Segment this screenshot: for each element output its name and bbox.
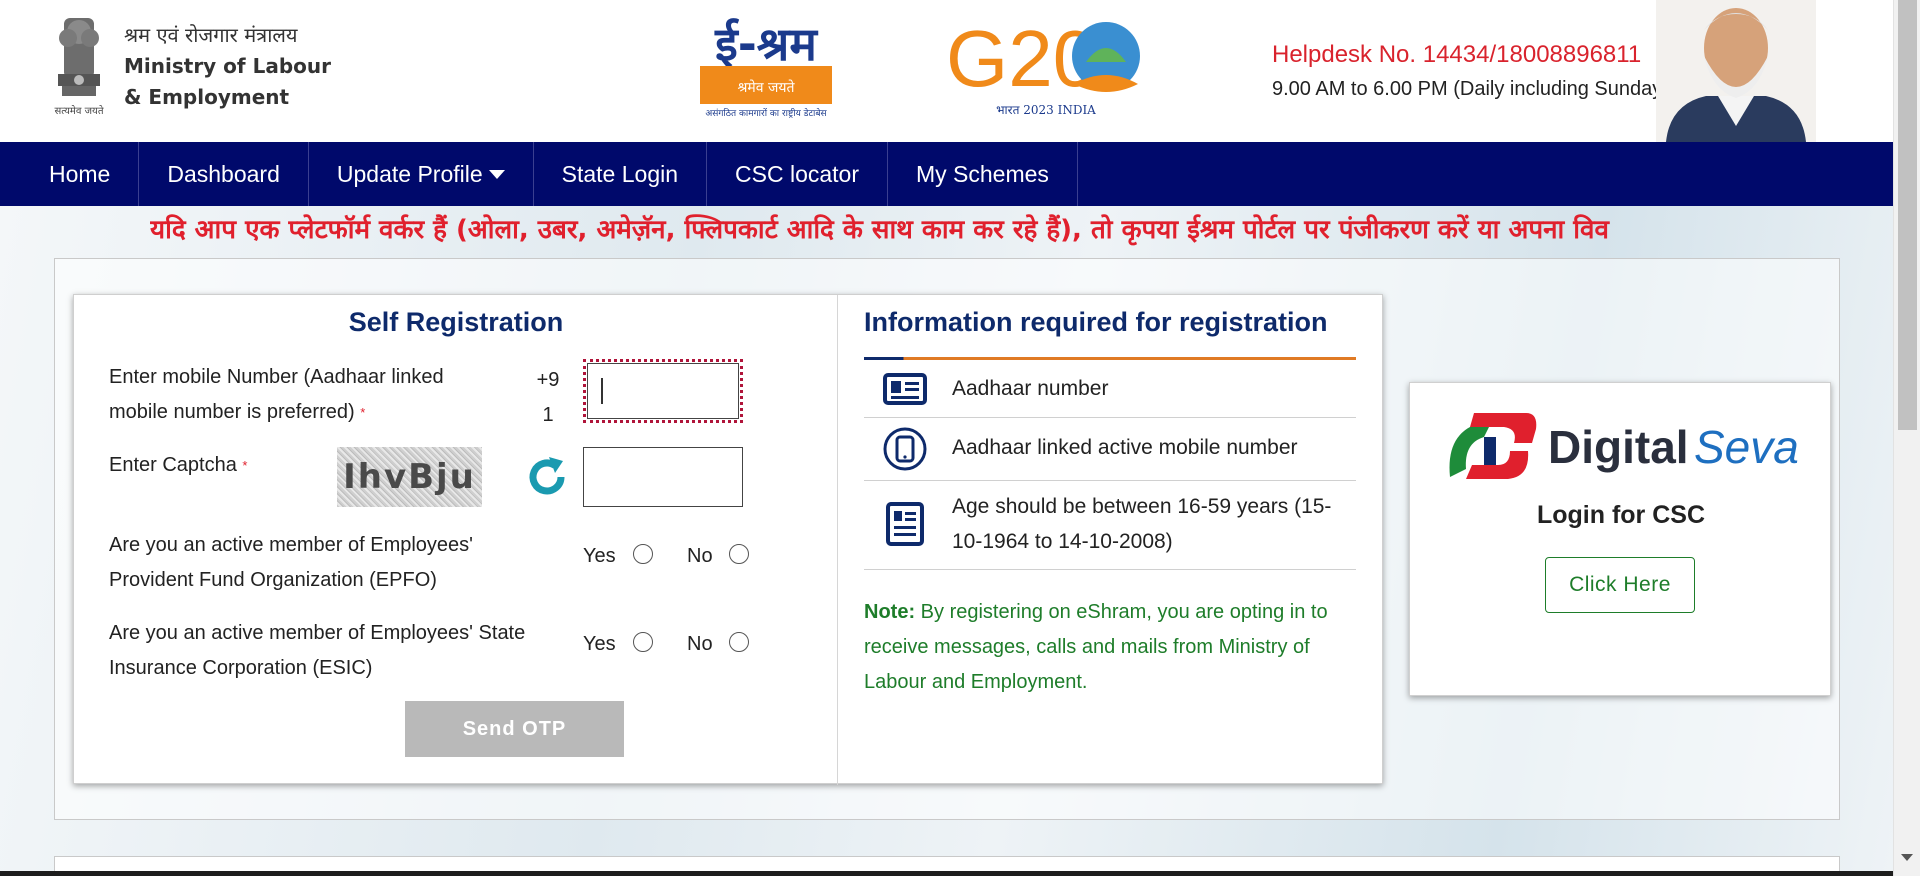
digital-seva-logo: Digital Seva <box>1449 413 1799 479</box>
esic-yes-label: Yes <box>583 633 616 655</box>
nav-home-label: Home <box>49 160 111 187</box>
nav-state-login-label: State Login <box>561 160 679 187</box>
nav-csc-locator[interactable]: CSC locator <box>707 142 888 206</box>
epfo-yes-label: Yes <box>583 545 616 567</box>
info-item-text: Aadhaar number <box>952 377 1109 400</box>
csc-login-card: Digital Seva Login for CSC Click Here <box>1409 382 1831 696</box>
mobile-number-input[interactable] <box>583 359 743 423</box>
ministry-name: श्रम एवं रोजगार मंत्रालय Ministry of Lab… <box>124 20 331 113</box>
country-code-line2: 1 <box>542 404 554 426</box>
svg-text:श्रमेव जयते: श्रमेव जयते <box>737 79 795 96</box>
main-navbar: Home Dashboard Update Profile State Logi… <box>0 142 1893 206</box>
captcha-input[interactable] <box>583 447 743 507</box>
country-code-line1: +9 <box>536 369 560 391</box>
ministry-line2: & Employment <box>124 85 290 109</box>
note-label: Note: <box>864 601 916 623</box>
epfo-no-radio[interactable] <box>729 544 749 564</box>
epfo-yes-radio[interactable] <box>633 544 653 564</box>
csc-login-title: Login for CSC <box>1536 501 1706 529</box>
captcha-label: Enter Captcha * <box>109 448 247 483</box>
nav-state-login[interactable]: State Login <box>534 142 708 206</box>
nav-update-profile-label: Update Profile <box>336 160 483 187</box>
eshram-logo[interactable]: ई-श्रम श्रमेव जयते असंगठित कामगारों का र… <box>698 16 834 120</box>
esic-question-line1: Are you an active member of Employees' S… <box>109 622 526 644</box>
info-item-text: Aadhaar linked active mobile number <box>952 436 1298 459</box>
page-scrollbar[interactable] <box>1893 0 1920 876</box>
helpdesk-number: Helpdesk No. 14434/18008896811 <box>1272 41 1642 68</box>
helpdesk-hours: 9.00 AM to 6.00 PM (Daily including Sund… <box>1272 78 1669 100</box>
info-age-line2: 10-1964 to 14-10-2008) <box>952 530 1173 553</box>
esic-yes-radio[interactable] <box>633 632 653 652</box>
svg-text:असंगठित कामगारों का राष्ट्रीय: असंगठित कामगारों का राष्ट्रीय डेटाबेस <box>705 107 827 119</box>
epfo-question-line1: Are you an active member of Employees' <box>109 534 473 556</box>
note-line3: Labour and Employment. <box>864 671 1088 693</box>
captcha-image: IhvBju <box>337 447 482 507</box>
national-emblem-icon: सत्यमेव जयते <box>54 18 104 117</box>
svg-text:Digital: Digital <box>1548 421 1689 473</box>
svg-text:ई-श्रम: ई-श्रम <box>714 17 818 71</box>
info-age-line1: Age should be between 16-59 years (15- <box>952 495 1332 518</box>
caret-down-icon <box>488 169 505 179</box>
nav-my-schemes[interactable]: My Schemes <box>888 142 1078 206</box>
ministry-line1: Ministry of Labour <box>124 54 331 78</box>
esic-question-line2: Insurance Corporation (ESIC) <box>109 657 373 679</box>
pm-portrait-image <box>1656 0 1816 142</box>
info-title: Information required for registration <box>864 307 1328 337</box>
note-line1: By registering on eShram, you are opting… <box>915 601 1328 623</box>
nav-update-profile[interactable]: Update Profile <box>309 142 534 206</box>
info-item-text: Age should be between 16-59 years (15- 1… <box>952 489 1331 559</box>
mobile-phone-icon <box>883 427 927 471</box>
text-cursor <box>601 378 603 404</box>
g20-logo: G20 भारत 2023 INDIA <box>946 14 1140 117</box>
mobile-label-line1: Enter mobile Number (Aadhaar linked <box>109 366 444 388</box>
mobile-label-line2: mobile number is preferred) <box>109 401 355 423</box>
esic-no-label: No <box>687 633 713 655</box>
info-item: Aadhaar linked active mobile number <box>864 418 1356 481</box>
registration-note: Note: By registering on eShram, you are … <box>864 595 1356 700</box>
scroll-down-icon[interactable] <box>1901 854 1913 861</box>
info-item: Age should be between 16-59 years (15- 1… <box>864 481 1356 570</box>
svg-text:Seva: Seva <box>1694 421 1799 473</box>
svg-text:भारत 2023 INDIA: भारत 2023 INDIA <box>996 103 1096 117</box>
epfo-question: Are you an active member of Employees' P… <box>109 528 473 598</box>
country-code: +9 1 <box>533 363 563 433</box>
self-registration-title: Self Registration <box>348 307 564 337</box>
registration-card: Self Registration Enter mobile Number (A… <box>73 294 1383 785</box>
svg-text:सत्यमेव जयते: सत्यमेव जयते <box>54 105 103 117</box>
required-mark: * <box>242 458 248 473</box>
esic-no-radio[interactable] <box>729 632 749 652</box>
scrollbar-thumb[interactable] <box>1898 0 1917 430</box>
nav-dashboard[interactable]: Dashboard <box>139 142 309 206</box>
csc-click-here-button[interactable]: Click Here <box>1545 557 1695 613</box>
send-otp-button[interactable]: Send OTP <box>405 701 624 757</box>
required-mark: * <box>360 405 366 420</box>
captcha-label-text: Enter Captcha <box>109 454 237 476</box>
nav-dashboard-label: Dashboard <box>167 160 280 187</box>
mobile-label: Enter mobile Number (Aadhaar linked mobi… <box>109 360 444 430</box>
esic-question: Are you an active member of Employees' S… <box>109 616 525 686</box>
ministry-hindi: श्रम एवं रोजगार मंत्रालय <box>124 23 298 47</box>
bottom-edge <box>0 871 1893 876</box>
nav-home[interactable]: Home <box>0 142 140 206</box>
site-header: सत्यमेव जयते श्रम एवं रोजगार मंत्रालय Mi… <box>0 0 1893 142</box>
id-card-icon <box>883 373 927 405</box>
id-document-icon <box>886 502 924 546</box>
helpdesk-info: Helpdesk No. 14434/18008896811 9.00 AM t… <box>1272 40 1669 104</box>
nav-csc-locator-label: CSC locator <box>735 160 859 187</box>
announcement-marquee[interactable]: यदि आप एक प्लेटफॉर्म वर्कर हैं (ओला, उबर… <box>150 210 1870 250</box>
refresh-captcha-icon[interactable] <box>525 455 569 499</box>
epfo-question-line2: Provident Fund Organization (EPFO) <box>109 569 437 591</box>
epfo-no-label: No <box>687 545 713 567</box>
nav-my-schemes-label: My Schemes <box>916 160 1049 187</box>
note-line2: receive messages, calls and mails from M… <box>864 636 1310 658</box>
info-item: Aadhaar number <box>864 360 1356 418</box>
self-registration-panel: Self Registration Enter mobile Number (A… <box>74 295 838 785</box>
